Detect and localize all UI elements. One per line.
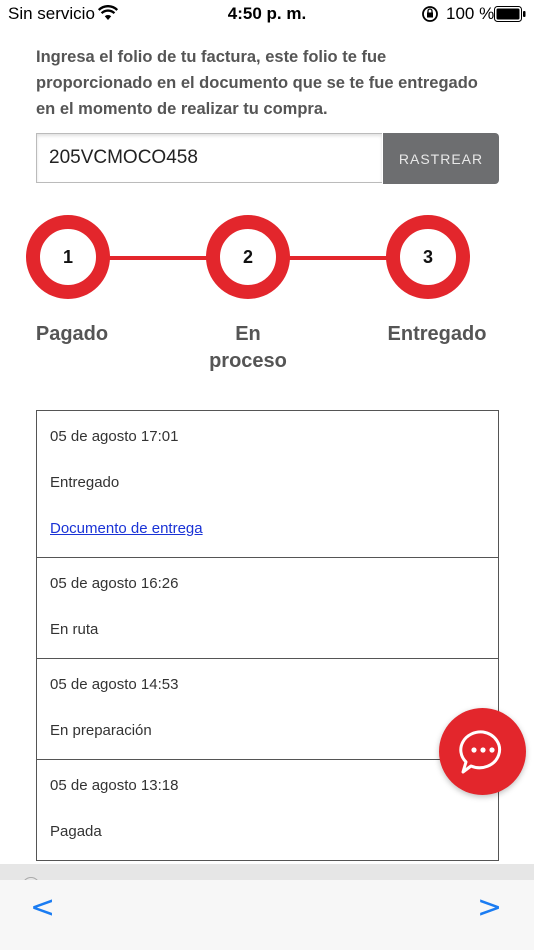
step-circle-1: 1 (26, 215, 110, 299)
entry-status: En preparación (50, 722, 152, 739)
entry-status: Entregado (50, 474, 120, 491)
order-progress-stepper: 1 2 3 Pagado En proceso Entregado (0, 213, 534, 383)
browser-toolbar: < > (0, 880, 534, 950)
rastrear-button[interactable]: RASTREAR (383, 133, 499, 184)
battery-percent: 100 % (446, 4, 495, 23)
status-bar: Sin servicio 4:50 p. m. 100 % (0, 0, 534, 30)
entry-date: 05 de agosto 17:01 (50, 428, 179, 445)
history-entry: 05 de agosto 17:01 Entregado Documento d… (37, 411, 498, 558)
back-arrow-icon[interactable]: < (30, 890, 55, 925)
history-entry: 05 de agosto 14:53 En preparación (37, 659, 498, 760)
history-entry: 05 de agosto 13:18 Pagada (37, 760, 498, 860)
step-circle-2: 2 (206, 215, 290, 299)
history-entry: 05 de agosto 16:26 En ruta (37, 558, 498, 659)
folio-input[interactable] (36, 133, 382, 183)
chat-button[interactable] (439, 708, 526, 795)
step-label-pagado: Pagado (35, 323, 109, 345)
step-connector (288, 256, 388, 260)
battery-icon (494, 6, 526, 27)
chat-bubble-icon (459, 730, 502, 774)
tracking-history: 05 de agosto 17:01 Entregado Documento d… (36, 410, 499, 861)
step-label-entregado: Entregado (387, 323, 487, 345)
orientation-lock-icon (421, 5, 439, 28)
entry-status: Pagada (50, 823, 102, 840)
instructions-text: Ingresa el folio de tu factura, este fol… (36, 48, 478, 118)
delivery-document-link[interactable]: Documento de entrega (50, 519, 203, 539)
entry-date: 05 de agosto 16:26 (50, 575, 179, 592)
bottom-strip (0, 864, 534, 895)
entry-status: En ruta (50, 621, 99, 638)
step-connector (108, 256, 208, 260)
step-circle-3: 3 (386, 215, 470, 299)
entry-date: 05 de agosto 13:18 (50, 777, 179, 794)
entry-date: 05 de agosto 14:53 (50, 676, 179, 693)
step-label-en-proceso: En proceso (209, 323, 287, 372)
forward-arrow-icon[interactable]: > (477, 890, 502, 925)
